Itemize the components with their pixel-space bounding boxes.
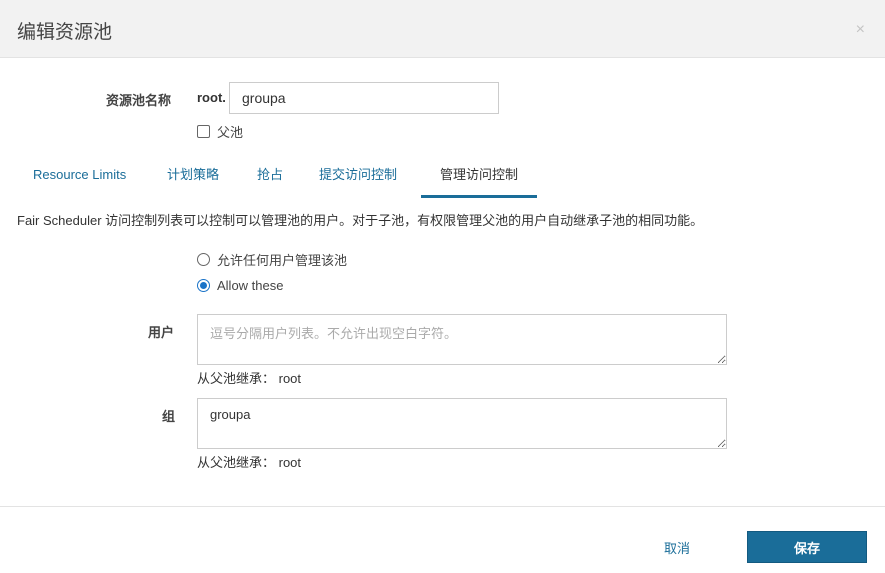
tab-scheduling-policy[interactable]: 计划策略 <box>167 158 219 198</box>
tab-resource-limits[interactable]: Resource Limits <box>33 158 126 198</box>
radio-allow-these-row[interactable]: Allow these <box>197 278 283 293</box>
groups-inherit-text: 从父池继承： root <box>197 455 302 470</box>
dialog-header: 编辑资源池 × <box>0 0 885 58</box>
groups-label: 组 <box>162 409 176 424</box>
parent-pool-checkbox-label: 父池 <box>217 125 244 140</box>
pool-name-input[interactable] <box>229 82 499 114</box>
cancel-button[interactable]: 取消 <box>664 538 690 557</box>
users-textarea[interactable] <box>197 314 727 365</box>
tab-admin-access-control[interactable]: 管理访问控制 <box>421 158 537 198</box>
users-inherit-text: 从父池继承： root <box>197 371 302 386</box>
pool-name-prefix: root. <box>197 90 226 105</box>
tab-preemption[interactable]: 抢占 <box>257 158 283 198</box>
users-label: 用户 <box>148 325 175 340</box>
radio-any-user-row[interactable]: 允许任何用户管理该池 <box>197 250 347 269</box>
close-icon[interactable]: × <box>856 20 865 40</box>
radio-any-user-label: 允许任何用户管理该池 <box>217 253 348 268</box>
radio-any-user[interactable] <box>197 253 210 266</box>
parent-pool-checkbox-row[interactable]: 父池 <box>197 122 243 141</box>
acl-description: Fair Scheduler 访问控制列表可以控制可以管理池的用户。对于子池，有… <box>17 213 704 228</box>
parent-pool-checkbox[interactable] <box>197 125 210 138</box>
radio-allow-these-label: Allow these <box>217 278 284 293</box>
pool-name-label: 资源池名称 <box>106 93 172 108</box>
save-button[interactable]: 保存 <box>747 531 867 563</box>
radio-allow-these[interactable] <box>197 279 210 292</box>
dialog-title: 编辑资源池 <box>17 22 113 43</box>
footer-divider <box>0 506 885 507</box>
groups-textarea[interactable]: groupa <box>197 398 727 449</box>
tab-submit-access-control[interactable]: 提交访问控制 <box>319 158 397 198</box>
